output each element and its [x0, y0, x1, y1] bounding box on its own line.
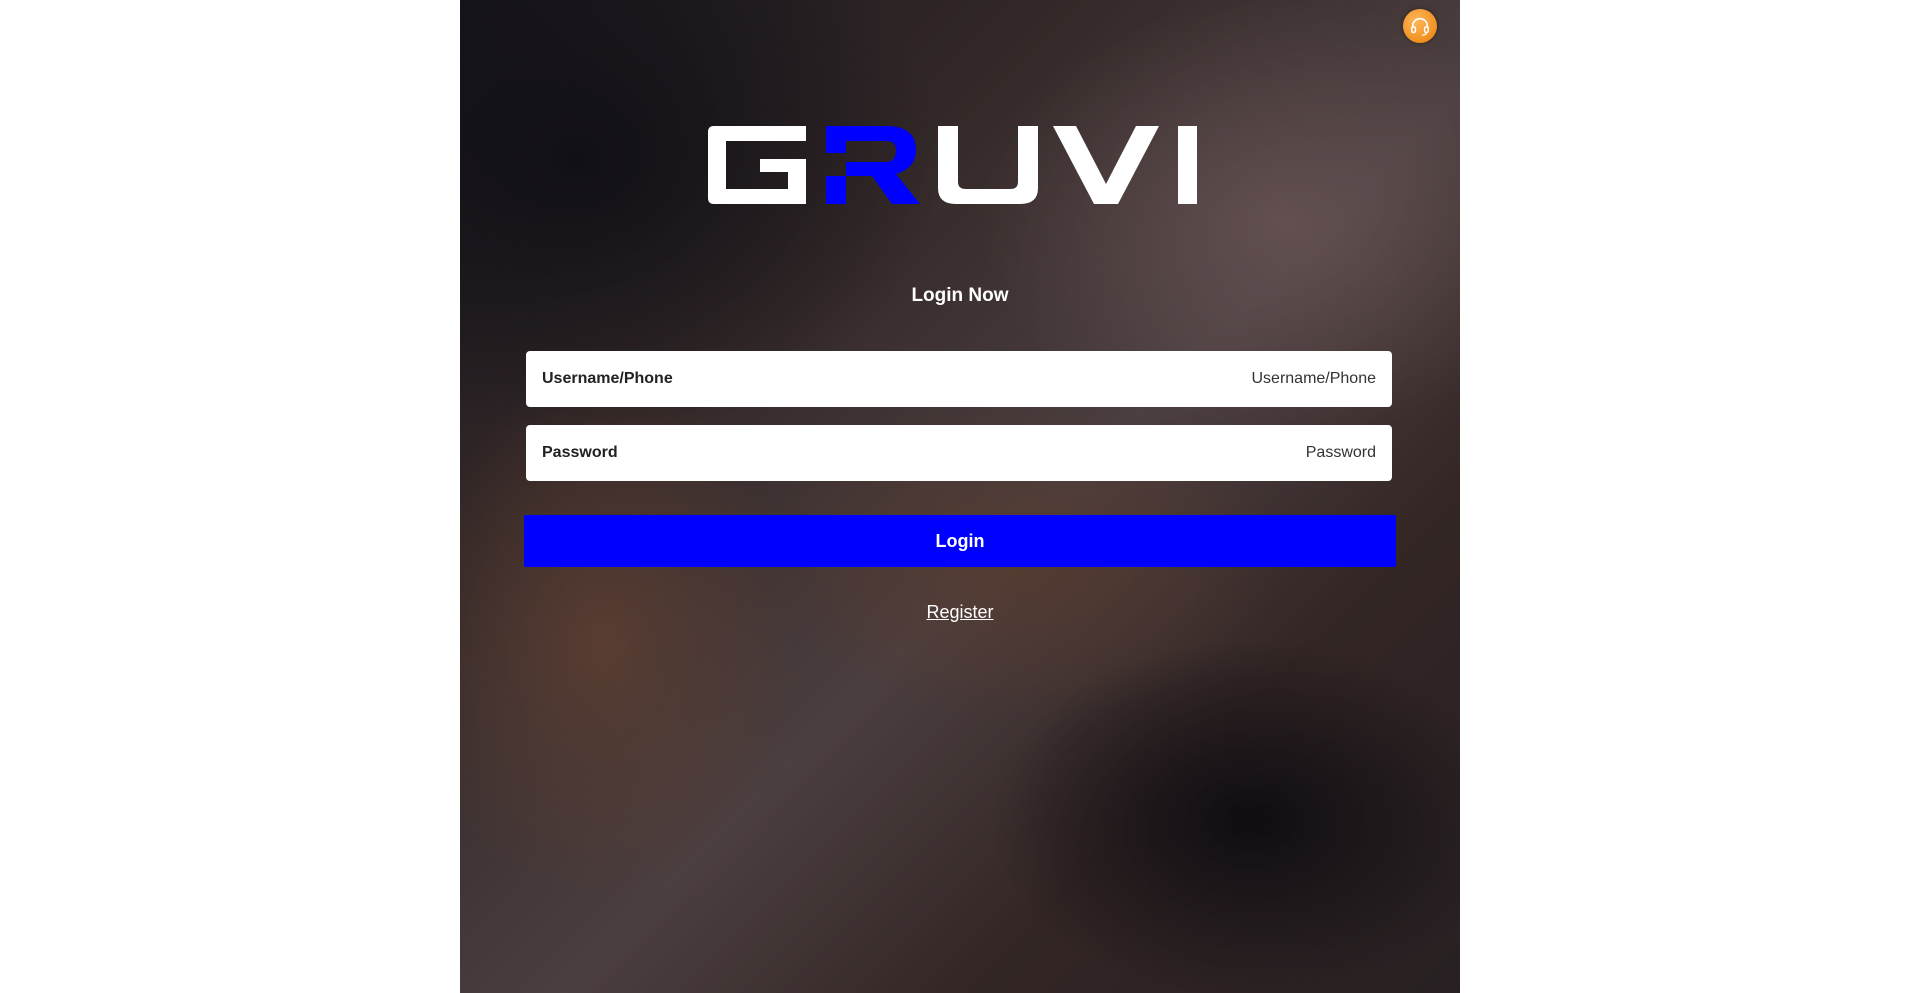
password-input[interactable]	[629, 444, 1376, 462]
login-button[interactable]: Login	[524, 515, 1396, 567]
register-link[interactable]: Register	[926, 602, 993, 622]
page-title: Login Now	[911, 285, 1009, 306]
username-field[interactable]: Username/Phone	[526, 351, 1392, 407]
password-label: Password	[542, 444, 618, 461]
gruvi-logo	[708, 126, 1197, 204]
login-page: Login Now Username/Phone Password Login …	[460, 0, 1460, 993]
username-label: Username/Phone	[542, 370, 673, 387]
register-link-wrapper: Register	[460, 602, 1460, 623]
username-input[interactable]	[684, 370, 1376, 388]
password-field[interactable]: Password	[526, 425, 1392, 481]
customer-support-button[interactable]	[1403, 9, 1437, 43]
headset-icon	[1411, 17, 1429, 36]
